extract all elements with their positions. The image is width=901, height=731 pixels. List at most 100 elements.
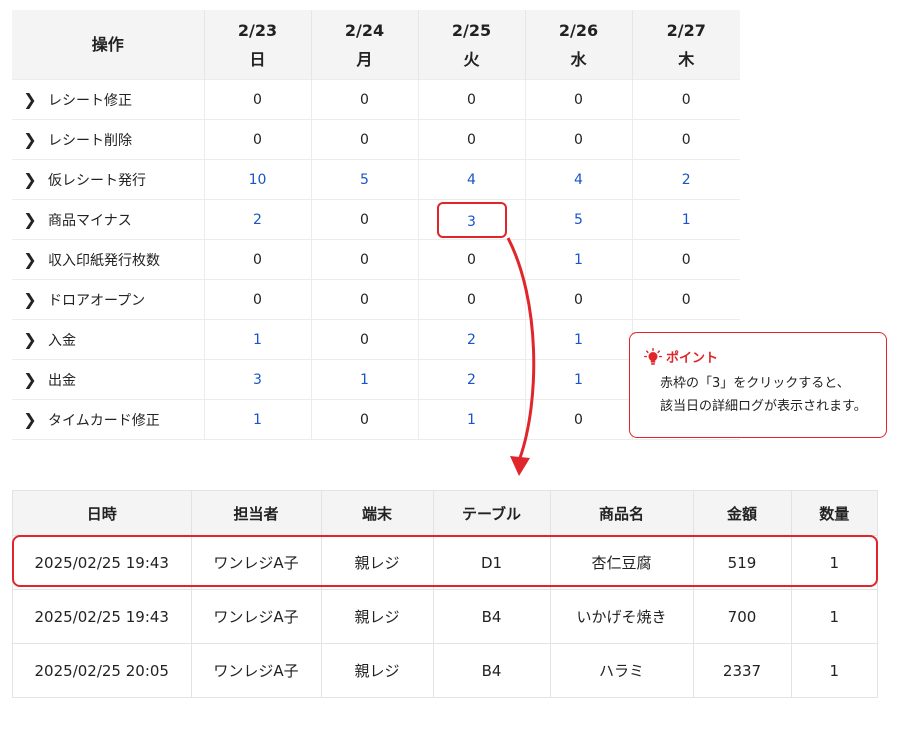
table-cell: D1 (432, 535, 550, 590)
count-value: 0 (574, 131, 583, 148)
operation-label: レシート修正 (48, 92, 132, 109)
callout-header: ポイント (644, 347, 872, 366)
count-value: 0 (253, 131, 262, 148)
date-label: 2/27 (666, 20, 706, 40)
operation-row-toggle[interactable]: ❯ レシート削除 (12, 130, 204, 150)
count-cell: 2 (417, 359, 525, 400)
operation-label: レシート削除 (48, 132, 132, 149)
operation-row-toggle[interactable]: ❯ ドロアオープン (12, 290, 204, 310)
count-cell: 0 (203, 119, 311, 160)
datetime-cell: 2025/02/25 20:05 (13, 643, 191, 697)
table-cell: B4 (432, 589, 550, 644)
count-link[interactable]: 1 (467, 412, 476, 428)
lightbulb-icon (644, 347, 662, 365)
count-cell: 1 (631, 199, 740, 240)
count-link[interactable]: 2 (467, 332, 476, 348)
count-link[interactable]: 1 (253, 332, 262, 348)
highlighted-count-link[interactable]: 3 (436, 201, 507, 238)
amount-cell: 519 (692, 535, 791, 590)
count-link[interactable]: 1 (682, 212, 691, 228)
count-value: 0 (360, 211, 369, 228)
chevron-right-icon[interactable]: ❯ (12, 170, 48, 189)
log-row: 2025/02/25 20:05 ワンレジA子 親レジ B4 ハラミ 2337 1 (13, 643, 877, 697)
callout-line: 該当日の詳細ログが表示されます。 (660, 399, 867, 414)
operation-row-toggle[interactable]: ❯ 収入印紙発行枚数 (12, 250, 204, 270)
count-link[interactable]: 1 (360, 372, 369, 388)
date-column-header: 2/25 火 (417, 10, 525, 80)
chevron-right-icon[interactable]: ❯ (12, 210, 48, 229)
count-link[interactable]: 2 (682, 172, 691, 188)
operation-cell[interactable]: ❯ レシート削除 (12, 119, 204, 160)
operation-cell[interactable]: ❯ タイムカード修正 (12, 399, 204, 440)
detail-log-table: 日時 担当者 端末 テーブル 商品名 金額 数量 2025/02/25 19:4… (13, 491, 877, 697)
count-link[interactable]: 3 (253, 372, 262, 388)
count-link[interactable]: 10 (249, 172, 267, 188)
chevron-right-icon[interactable]: ❯ (12, 330, 48, 349)
chevron-right-icon[interactable]: ❯ (12, 90, 48, 109)
operation-row: ❯ レシート修正 0 0 0 0 0 (12, 79, 740, 120)
column-header-staff: 担当者 (190, 491, 321, 536)
count-cell: 0 (524, 79, 632, 120)
operation-row-toggle[interactable]: ❯ 入金 (12, 330, 204, 350)
operation-cell[interactable]: ❯ 仮レシート発行 (12, 159, 204, 200)
count-link[interactable]: 2 (467, 372, 476, 388)
count-value: 0 (574, 91, 583, 108)
count-value: 0 (681, 291, 691, 308)
count-link[interactable]: 4 (574, 172, 583, 188)
date-column-header: 2/27 木 (631, 10, 740, 80)
operation-row-toggle[interactable]: ❯ 仮レシート発行 (12, 170, 204, 190)
weekday-label: 火 (463, 49, 480, 69)
amount-cell: 700 (692, 589, 791, 644)
count-value: 0 (467, 291, 476, 308)
count-cell: 4 (524, 159, 632, 200)
log-row: 2025/02/25 19:43 ワンレジA子 親レジ D1 杏仁豆腐 519 1 (13, 535, 877, 590)
operation-label: 仮レシート発行 (48, 172, 146, 189)
chevron-right-icon[interactable]: ❯ (12, 290, 48, 309)
chevron-right-icon[interactable]: ❯ (12, 370, 48, 389)
table-cell: B4 (432, 643, 550, 697)
callout-line: 赤枠の「3」をクリックすると、 (660, 376, 850, 391)
chevron-right-icon[interactable]: ❯ (12, 410, 48, 429)
count-link[interactable]: 2 (253, 212, 262, 228)
detail-log-panel: 日時 担当者 端末 テーブル 商品名 金額 数量 2025/02/25 19:4… (12, 490, 878, 698)
count-link[interactable]: 1 (574, 252, 583, 268)
operation-cell[interactable]: ❯ 収入印紙発行枚数 (12, 239, 204, 280)
operation-row-toggle[interactable]: ❯ レシート修正 (12, 90, 204, 110)
count-link[interactable]: 1 (574, 372, 583, 388)
quantity-cell: 1 (790, 589, 877, 644)
count-cell: 1 (524, 359, 632, 400)
operation-cell[interactable]: ❯ 出金 (12, 359, 204, 400)
count-cell: 0 (310, 119, 418, 160)
weekday-label: 日 (249, 49, 266, 69)
count-link[interactable]: 5 (574, 212, 583, 228)
count-link[interactable]: 5 (360, 172, 369, 188)
operation-label: 出金 (48, 372, 76, 389)
count-cell: 0 (310, 199, 418, 240)
quantity-cell: 1 (790, 643, 877, 697)
operation-cell[interactable]: ❯ ドロアオープン (12, 279, 204, 320)
count-link[interactable]: 4 (467, 172, 476, 188)
operation-row-toggle[interactable]: ❯ 出金 (12, 370, 204, 390)
count-cell: 1 (310, 359, 418, 400)
count-cell: 5 (524, 199, 632, 240)
count-value: 0 (360, 251, 369, 268)
count-cell: 0 (631, 119, 740, 160)
column-header-product: 商品名 (549, 491, 693, 536)
operation-cell[interactable]: ❯ 商品マイナス (12, 199, 204, 240)
count-value: 0 (467, 131, 476, 148)
operation-row-toggle[interactable]: ❯ タイムカード修正 (12, 410, 204, 430)
product-cell: いかげそ焼き (549, 589, 693, 644)
operation-cell[interactable]: ❯ 入金 (12, 319, 204, 360)
count-value: 0 (681, 91, 691, 108)
count-link[interactable]: 1 (574, 332, 583, 348)
chevron-right-icon[interactable]: ❯ (12, 130, 48, 149)
count-cell: 0 (524, 399, 632, 440)
count-cell: 1 (524, 319, 632, 360)
staff-cell: ワンレジA子 (190, 643, 321, 697)
count-value: 0 (360, 131, 369, 148)
operation-cell[interactable]: ❯ レシート修正 (12, 79, 204, 120)
count-link[interactable]: 1 (253, 412, 262, 428)
chevron-right-icon[interactable]: ❯ (12, 250, 48, 269)
operation-row-toggle[interactable]: ❯ 商品マイナス (12, 210, 204, 230)
count-value: 0 (467, 251, 476, 268)
